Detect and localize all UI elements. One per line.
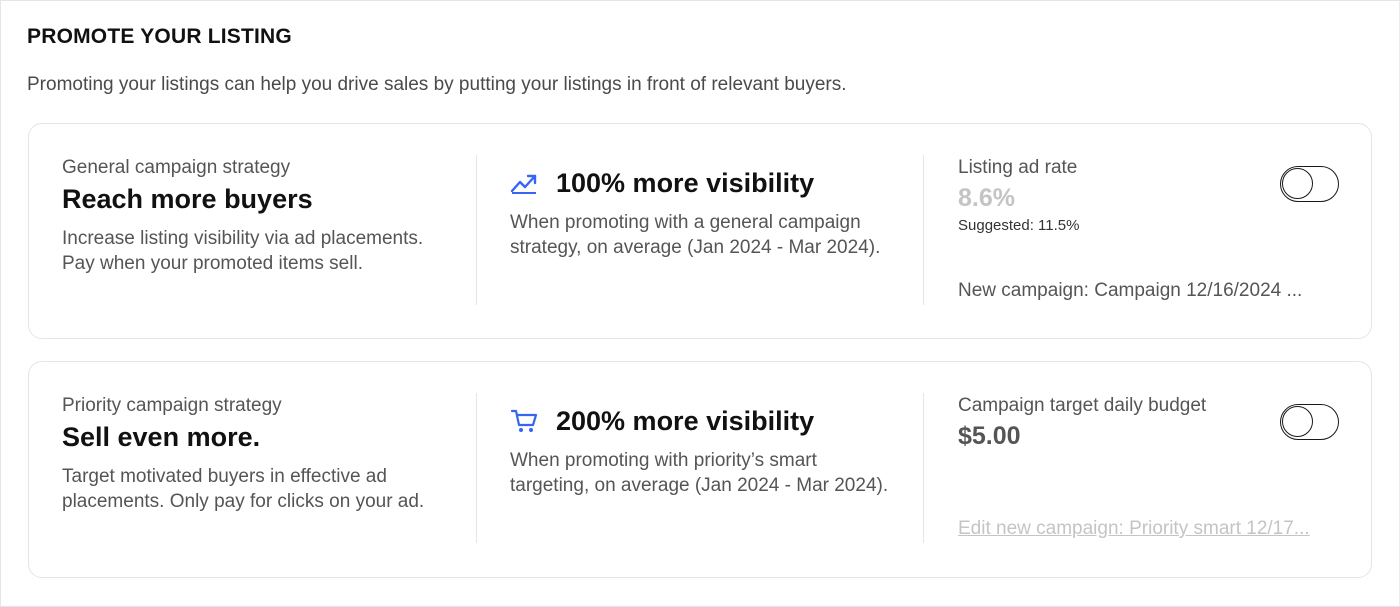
section-intro: Promoting your listings can help you dri…: [27, 74, 847, 95]
general-campaign-toggle[interactable]: [1280, 166, 1339, 202]
section-title: PROMOTE YOUR LISTING: [27, 25, 292, 48]
general-strategy-column: General campaign strategy Reach more buy…: [62, 156, 452, 276]
priority-stat-title: 200% more visibility: [556, 406, 815, 436]
priority-stat-column: 200% more visibility When promoting with…: [510, 394, 890, 498]
general-campaign-name: New campaign: Campaign 12/16/2024 ...: [958, 280, 1303, 301]
divider: [923, 393, 924, 543]
priority-campaign-card: Priority campaign strategy Sell even mor…: [28, 361, 1372, 578]
edit-priority-campaign-link[interactable]: Edit new campaign: Priority smart 12/17.…: [958, 518, 1338, 540]
priority-strategy-column: Priority campaign strategy Sell even mor…: [62, 394, 452, 514]
shopping-cart-icon: [510, 407, 538, 435]
promote-listing-panel: PROMOTE YOUR LISTING Promoting your list…: [0, 0, 1400, 607]
priority-strategy-eyebrow: Priority campaign strategy: [62, 395, 282, 416]
priority-strategy-description: Target motivated buyers in effective ad …: [62, 466, 425, 512]
general-stat-column: 100% more visibility When promoting with…: [510, 156, 890, 260]
priority-strategy-headline: Sell even more.: [62, 422, 261, 452]
general-stat-description: When promoting with a general campaign s…: [510, 212, 881, 258]
toggle-knob: [1282, 406, 1313, 437]
suggested-rate: Suggested: 11.5%: [958, 217, 1080, 234]
general-stat-title: 100% more visibility: [556, 168, 815, 198]
divider: [476, 155, 477, 305]
divider: [476, 393, 477, 543]
general-strategy-description: Increase listing visibility via ad place…: [62, 228, 424, 274]
trending-up-icon: [510, 169, 538, 197]
priority-stat-description: When promoting with priority’s smart tar…: [510, 450, 889, 496]
divider: [923, 155, 924, 305]
general-campaign-card: General campaign strategy Reach more buy…: [28, 123, 1372, 339]
general-strategy-headline: Reach more buyers: [62, 184, 313, 214]
toggle-knob: [1282, 168, 1313, 199]
general-strategy-eyebrow: General campaign strategy: [62, 157, 291, 178]
priority-campaign-toggle[interactable]: [1280, 404, 1339, 440]
